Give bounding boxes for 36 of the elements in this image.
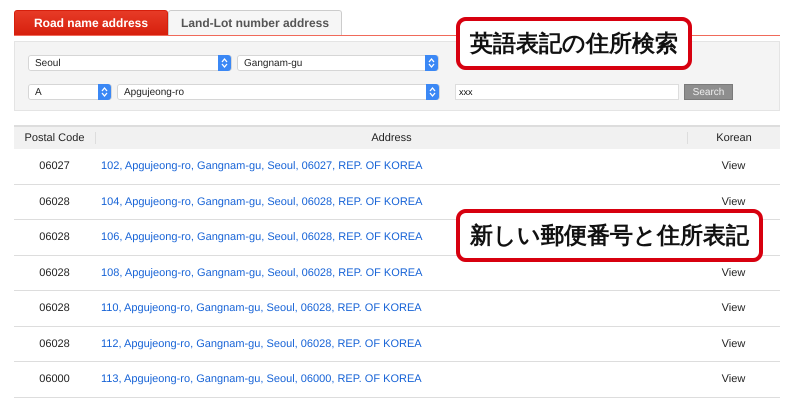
postal-code: 06027 xyxy=(39,160,70,172)
postal-code: 06028 xyxy=(39,196,70,208)
tab[interactable]: Road name address xyxy=(14,10,168,35)
postal-code: 06028 xyxy=(39,302,70,314)
address-link[interactable]: 102, Apgujeong-ro, Gangnam-gu, Seoul, 06027, REP. OF KOREA xyxy=(101,160,422,172)
dropdown-select[interactable]: Seoul xyxy=(28,55,232,71)
updown-arrow-icon xyxy=(218,55,231,71)
column-header: Korean xyxy=(687,132,780,144)
annotation-callout: 英語表記の住所検索 xyxy=(456,17,692,70)
view-link[interactable]: View xyxy=(722,302,746,314)
updown-arrow-icon xyxy=(425,55,438,71)
annotation-callout: 新しい郵便番号と住所表記 xyxy=(456,209,763,262)
postal-code: 06000 xyxy=(39,373,70,386)
column-header: Postal Code xyxy=(24,132,86,144)
updown-arrow-icon xyxy=(426,84,439,100)
address-link[interactable]: 104, Apgujeong-ro, Gangnam-gu, Seoul, 06028, REP. OF KOREA xyxy=(101,196,422,208)
dropdown-select[interactable]: Apgujeong-ro xyxy=(117,84,440,100)
view-link[interactable]: View xyxy=(722,266,746,279)
search-field[interactable]: xxx xyxy=(455,84,679,100)
postal-code: 06028 xyxy=(39,338,70,350)
postal-code: 06028 xyxy=(39,231,70,244)
postal-code: 06028 xyxy=(39,266,70,279)
dropdown-select[interactable]: A xyxy=(28,84,112,100)
view-link[interactable]: View xyxy=(722,373,746,386)
view-link[interactable]: View xyxy=(722,160,746,172)
address-link[interactable]: 106, Apgujeong-ro, Gangnam-gu, Seoul, 06028, REP. OF KOREA xyxy=(101,231,422,244)
address-link[interactable]: 112, Apgujeong-ro, Gangnam-gu, Seoul, 06028, REP. OF KOREA xyxy=(101,338,422,350)
address-link[interactable]: 110, Apgujeong-ro, Gangnam-gu, Seoul, 06028, REP. OF KOREA xyxy=(101,302,422,314)
updown-arrow-icon xyxy=(98,84,111,100)
address-link[interactable]: 113, Apgujeong-ro, Gangnam-gu, Seoul, 06000, REP. OF KOREA xyxy=(101,373,422,386)
view-link[interactable]: View xyxy=(722,338,746,350)
address-link[interactable]: 108, Apgujeong-ro, Gangnam-gu, Seoul, 06028, REP. OF KOREA xyxy=(101,266,422,279)
dropdown-select[interactable]: Gangnam-gu xyxy=(237,55,439,71)
view-link[interactable]: View xyxy=(722,196,746,208)
column-header: Address xyxy=(95,132,687,144)
tab[interactable]: Land-Lot number address xyxy=(168,10,342,35)
